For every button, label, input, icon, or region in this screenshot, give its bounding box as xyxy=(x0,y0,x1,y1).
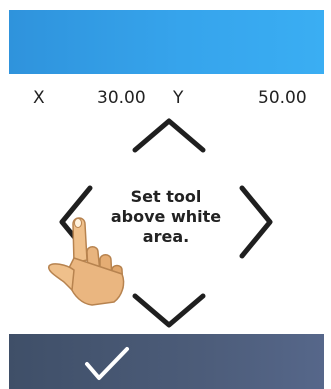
y-label: Y xyxy=(173,88,184,108)
x-value: 30.00 xyxy=(97,88,146,108)
header-bar xyxy=(9,10,324,74)
x-label: X xyxy=(33,88,45,108)
instruction-line-1: Set tool xyxy=(130,187,202,206)
footer-bar xyxy=(9,334,324,389)
chevron-up-icon[interactable] xyxy=(129,116,209,156)
pointing-hand-icon xyxy=(40,208,140,312)
checkmark-icon[interactable] xyxy=(84,346,130,384)
coordinate-readout: X 30.00 Y 50.00 xyxy=(0,88,331,114)
y-value: 50.00 xyxy=(258,88,307,108)
chevron-right-icon[interactable] xyxy=(236,182,276,262)
chevron-down-icon[interactable] xyxy=(129,290,209,330)
